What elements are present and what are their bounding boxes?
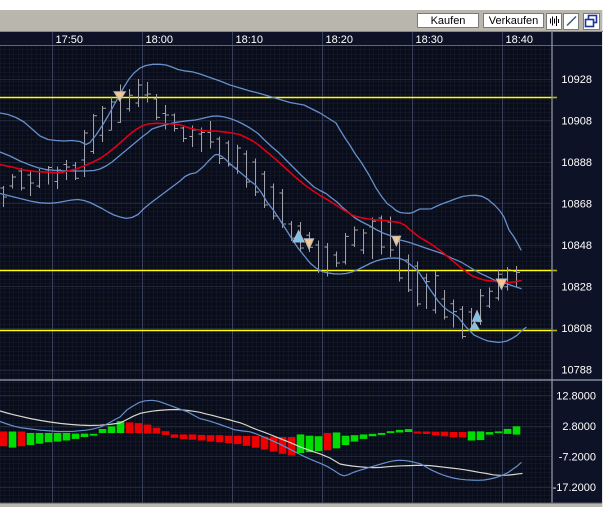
svg-text:12.8000: 12.8000 bbox=[556, 391, 596, 403]
svg-text:-17.2000: -17.2000 bbox=[553, 482, 596, 494]
svg-text:17:50: 17:50 bbox=[56, 34, 84, 46]
svg-text:10888: 10888 bbox=[561, 157, 592, 169]
svg-text:18:00: 18:00 bbox=[146, 34, 174, 46]
svg-text:18:40: 18:40 bbox=[506, 34, 534, 46]
svg-text:18:20: 18:20 bbox=[326, 34, 354, 46]
svg-text:10788: 10788 bbox=[561, 365, 592, 377]
svg-text:18:30: 18:30 bbox=[416, 34, 444, 46]
svg-text:10868: 10868 bbox=[561, 199, 592, 211]
svg-text:-7.2000: -7.2000 bbox=[559, 452, 596, 464]
svg-text:10808: 10808 bbox=[561, 323, 592, 335]
svg-text:10908: 10908 bbox=[561, 116, 592, 128]
svg-text:10928: 10928 bbox=[561, 74, 592, 86]
svg-text:10848: 10848 bbox=[561, 240, 592, 252]
svg-text:2.8000: 2.8000 bbox=[562, 421, 596, 433]
svg-text:18:10: 18:10 bbox=[236, 34, 264, 46]
svg-text:10828: 10828 bbox=[561, 282, 592, 294]
